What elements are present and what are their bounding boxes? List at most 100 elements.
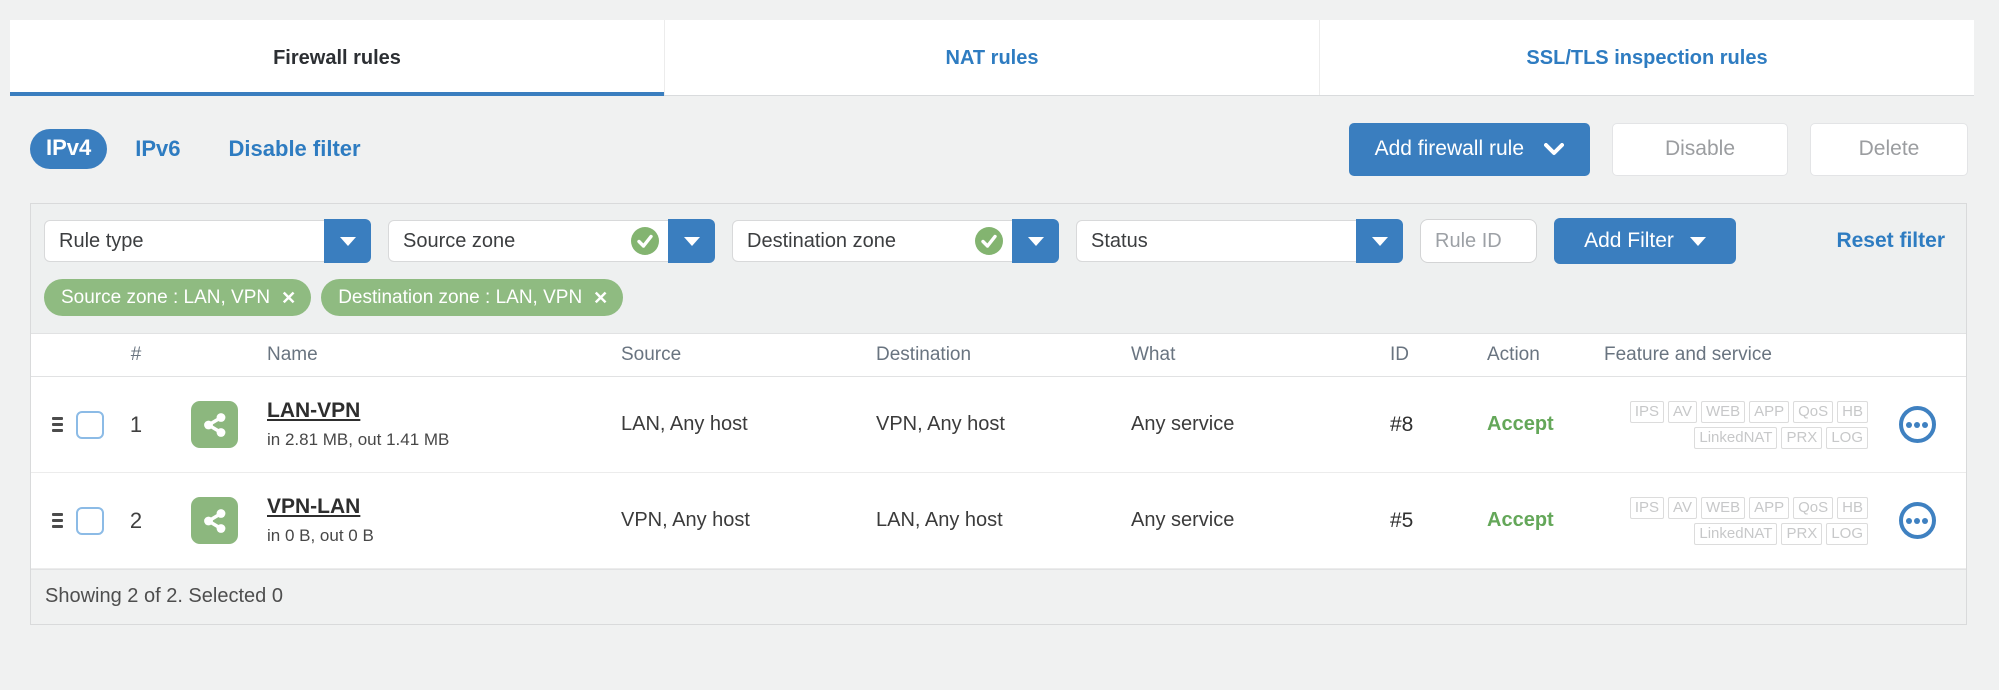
rule-icon-cell [161,401,251,448]
toolbar: IPv4 IPv6 Disable filter Add firewall ru… [30,121,1968,177]
badge-prx: PRX [1781,522,1823,545]
row-checkbox-cell [65,410,111,439]
tab-nat-rules[interactable]: NAT rules [664,20,1319,96]
header-destination: Destination [876,344,972,365]
badge-linkednat: LinkedNAT [1694,522,1778,545]
tab-ssl-tls-inspection-rules[interactable]: SSL/TLS inspection rules [1319,20,1974,96]
chevron-down-icon [1027,236,1044,246]
rule-what: Any service [1131,413,1235,435]
header-id: ID [1390,344,1409,365]
chevron-down-icon [1689,236,1706,246]
active-filter-chips: Source zone : LAN, VPN ✕ Destination zon… [31,277,1966,333]
badge-qos: QoS [1793,496,1834,519]
feature-badges-line-1: IPS AV WEB APP QoS HB [1629,400,1868,423]
filter-select-destination-zone-label: Destination zone [747,229,896,252]
feature-badges-line-1: IPS AV WEB APP QoS HB [1629,496,1868,519]
drag-handle-icon[interactable] [31,417,65,432]
table-row: 2 VPN-LAN in 0 B, out 0 B VPN, Any host … [31,473,1966,569]
badge-web: WEB [1700,400,1746,423]
table-row: 1 LAN-VPN in 2.81 MB, out 1.41 MB LAN, A… [31,377,1966,473]
row-checkbox[interactable] [76,506,104,535]
rule-what: Any service [1131,509,1235,531]
header-source: Source [621,344,682,365]
disable-filter-link[interactable]: Disable filter [229,136,361,162]
rule-name-link[interactable]: VPN-LAN [267,495,360,519]
ipv6-toggle[interactable]: IPv6 [135,136,180,162]
header-number: # [130,344,142,365]
rule-icon-cell [161,497,251,544]
feature-badges-line-2: LinkedNAT PRX LOG [1694,522,1868,545]
row-actions-ellipsis-button[interactable] [1898,502,1936,539]
filter-row: Rule type Source zone Destination zone S… [31,204,1966,277]
disable-button[interactable]: Disable [1612,122,1788,176]
badge-hb: HB [1837,400,1868,423]
badge-app: APP [1749,496,1790,519]
rule-traffic-stats: in 2.81 MB, out 1.41 MB [267,430,450,449]
remove-chip-icon[interactable]: ✕ [593,289,608,307]
chevron-down-icon [1371,236,1388,246]
rule-id-input[interactable] [1420,219,1537,263]
filter-chip-source-zone-label: Source zone : LAN, VPN [61,286,271,308]
badge-app: APP [1749,400,1790,423]
badge-ips: IPS [1629,400,1665,423]
filter-select-status-label: Status [1091,229,1148,252]
chevron-down-icon [1544,142,1564,155]
header-what: What [1131,344,1176,365]
tab-firewall-rules-label: Firewall rules [273,46,401,69]
filter-chip-destination-zone-label: Destination zone : LAN, VPN [338,286,583,308]
drag-handle-icon[interactable] [31,513,65,528]
badge-av: AV [1668,400,1697,423]
firewall-rules-panel: Rule type Source zone Destination zone S… [30,203,1967,625]
network-rule-share-icon [191,401,238,448]
tab-ssl-tls-inspection-rules-label: SSL/TLS inspection rules [1526,46,1768,69]
badge-prx: PRX [1781,426,1823,449]
rule-destination: LAN, Any host [876,509,1003,531]
remove-chip-icon[interactable]: ✕ [281,289,296,307]
header-name: Name [267,344,318,365]
reset-filter-link[interactable]: Reset filter [1836,229,1945,253]
rule-destination: VPN, Any host [876,413,1005,435]
chevron-down-icon [339,236,356,246]
table-footer-status: Showing 2 of 2. Selected 0 [31,569,1966,624]
filter-select-destination-zone-dropdown-button[interactable] [1012,219,1059,263]
filter-select-source-zone[interactable]: Source zone [388,219,715,263]
filter-chip-destination-zone: Destination zone : LAN, VPN ✕ [321,279,624,316]
rule-source: VPN, Any host [621,509,750,531]
rule-name-link[interactable]: LAN-VPN [267,399,360,423]
badge-linkednat: LinkedNAT [1694,426,1778,449]
tab-firewall-rules[interactable]: Firewall rules [10,20,664,96]
filter-chip-source-zone: Source zone : LAN, VPN ✕ [44,279,312,316]
header-action: Action [1487,344,1540,365]
check-circle-icon [631,227,659,255]
feature-badges: IPS AV WEB APP QoS HB LinkedNAT PRX LOG [1574,400,1868,449]
rule-name-cell: LAN-VPN in 2.81 MB, out 1.41 MB [251,399,591,450]
row-menu-cell [1868,406,1966,443]
add-filter-button[interactable]: Add Filter [1554,218,1736,264]
rule-source: LAN, Any host [621,413,748,435]
feature-badges-line-2: LinkedNAT PRX LOG [1694,426,1868,449]
filter-select-destination-zone[interactable]: Destination zone [732,219,1059,263]
chevron-down-icon [683,236,700,246]
add-firewall-rule-button[interactable]: Add firewall rule [1348,122,1590,176]
filter-select-rule-type-dropdown-button[interactable] [324,219,371,263]
filter-select-status[interactable]: Status [1076,219,1403,263]
add-filter-label: Add Filter [1584,229,1674,252]
tab-nat-rules-label: NAT rules [945,46,1039,69]
filter-select-rule-type-label: Rule type [59,229,144,252]
rule-position: 2 [129,507,143,533]
row-actions-ellipsis-button[interactable] [1898,406,1936,443]
badge-web: WEB [1700,496,1746,519]
delete-button[interactable]: Delete [1810,122,1968,176]
filter-select-rule-type[interactable]: Rule type [44,219,371,263]
rule-name-cell: VPN-LAN in 0 B, out 0 B [251,495,591,546]
ipv4-toggle[interactable]: IPv4 [30,129,108,169]
rule-type-tabbar: Firewall rules NAT rules SSL/TLS inspect… [10,20,1974,96]
add-firewall-rule-label: Add firewall rule [1374,137,1524,160]
filter-select-status-dropdown-button[interactable] [1356,219,1403,263]
badge-qos: QoS [1793,400,1834,423]
filter-select-source-zone-dropdown-button[interactable] [668,219,715,263]
table-header-row: # Name Source Destination What ID Action… [31,333,1966,377]
row-checkbox[interactable] [76,410,104,439]
rule-position: 1 [129,411,143,437]
row-menu-cell [1868,502,1966,539]
